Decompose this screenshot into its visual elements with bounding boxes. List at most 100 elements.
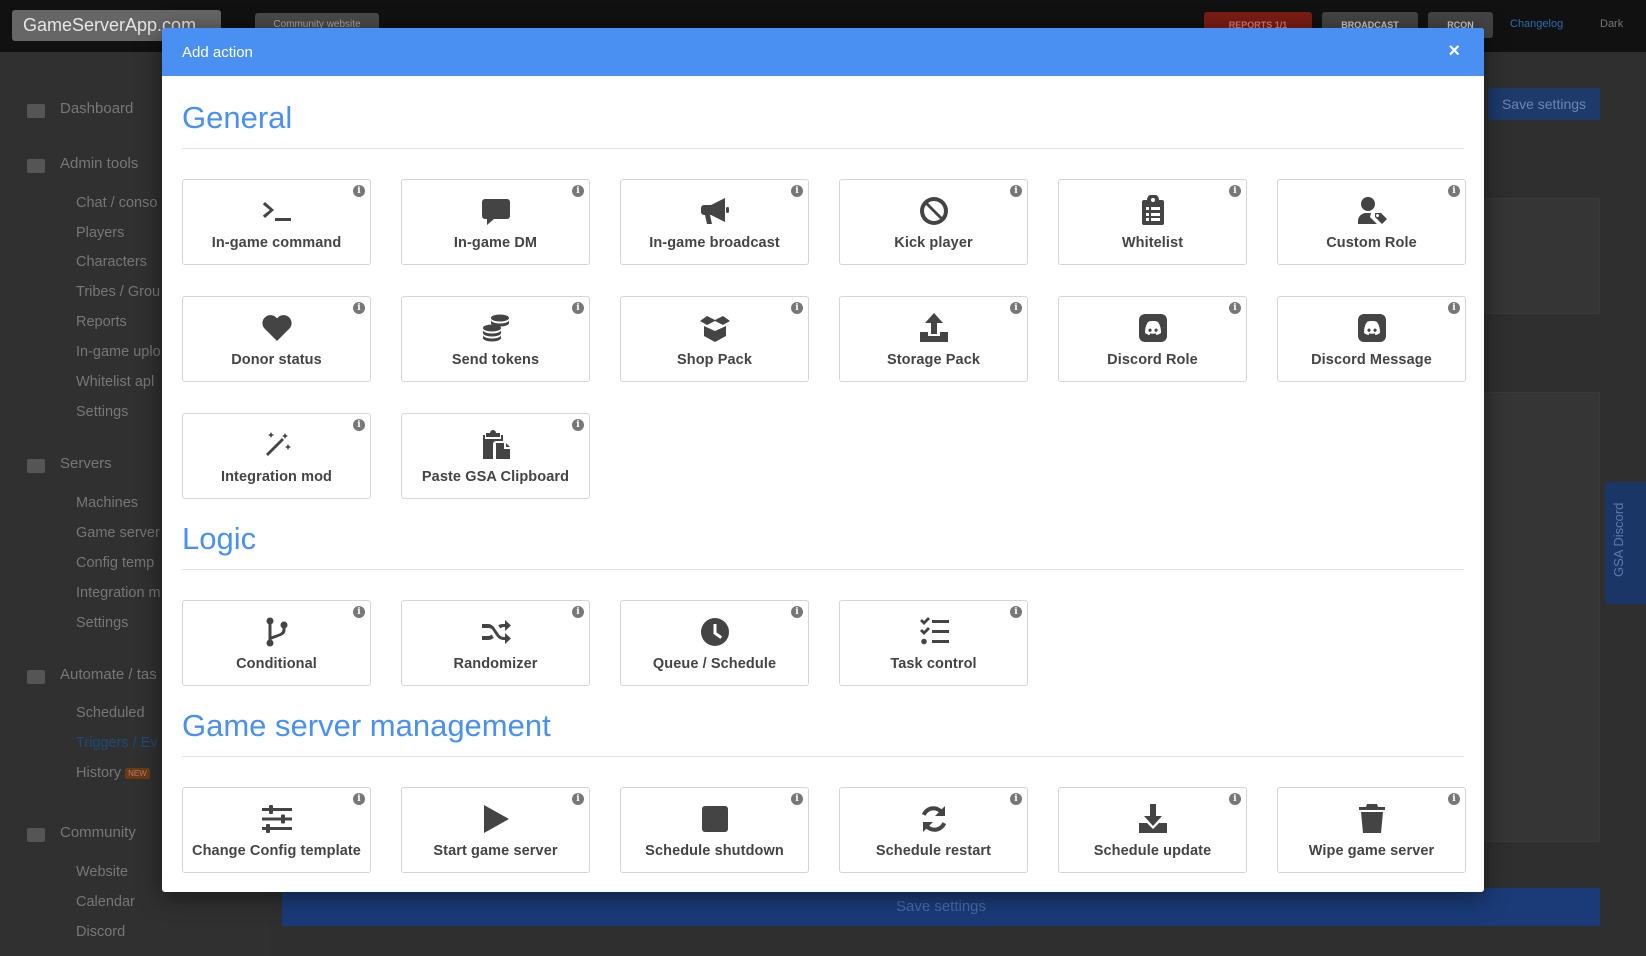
sidebar-servers[interactable]: Servers xyxy=(60,455,112,472)
action-card-kick-player[interactable]: i Kick player xyxy=(839,179,1028,265)
action-card-send-tokens[interactable]: i Send tokens xyxy=(401,296,590,382)
sync-icon xyxy=(918,802,950,836)
info-icon[interactable]: i xyxy=(1229,793,1241,805)
info-icon[interactable]: i xyxy=(353,793,365,805)
action-card-donor-status[interactable]: i Donor status xyxy=(182,296,371,382)
info-icon[interactable]: i xyxy=(791,606,803,618)
sidebar-item[interactable]: Reports xyxy=(76,314,127,330)
info-icon[interactable]: i xyxy=(1010,793,1022,805)
action-card-conditional[interactable]: i Conditional xyxy=(182,600,371,686)
discord-icon xyxy=(1137,311,1169,345)
action-card-storage-pack[interactable]: i Storage Pack xyxy=(839,296,1028,382)
info-icon[interactable]: i xyxy=(353,302,365,314)
action-card-schedule-shutdown[interactable]: i Schedule shutdown xyxy=(620,787,809,873)
action-card-custom-role[interactable]: i Custom Role xyxy=(1277,179,1466,265)
info-icon[interactable]: i xyxy=(572,606,584,618)
action-label: Schedule shutdown xyxy=(645,843,784,859)
action-card-shop-pack[interactable]: i Shop Pack xyxy=(620,296,809,382)
close-button[interactable]: × xyxy=(1448,41,1460,61)
upload-icon xyxy=(918,311,950,345)
sidebar-item[interactable]: Settings xyxy=(76,615,128,631)
action-card-in-game-broadcast[interactable]: i In-game broadcast xyxy=(620,179,809,265)
sidebar-item[interactable]: Scheduled xyxy=(76,705,145,721)
action-label: Task control xyxy=(890,656,977,672)
sidebar-community[interactable]: Community xyxy=(60,824,136,841)
comment-icon xyxy=(480,194,512,228)
action-label: Start game server xyxy=(433,843,558,859)
action-card-whitelist[interactable]: i Whitelist xyxy=(1058,179,1247,265)
gsa-discord-tab[interactable]: GSA Discord xyxy=(1605,482,1646,604)
info-icon[interactable]: i xyxy=(1448,302,1460,314)
sidebar-item[interactable]: Tribes / Grou xyxy=(76,284,160,300)
section-title-logic: Logic xyxy=(182,521,1464,570)
action-card-in-game-dm[interactable]: i In-game DM xyxy=(401,179,590,265)
info-icon[interactable]: i xyxy=(791,302,803,314)
action-label: Kick player xyxy=(894,235,973,251)
heart-icon xyxy=(261,311,293,345)
info-icon[interactable]: i xyxy=(1010,606,1022,618)
action-card-start-game-server[interactable]: i Start game server xyxy=(401,787,590,873)
info-icon[interactable]: i xyxy=(1010,302,1022,314)
sidebar-item[interactable]: Chat / conso xyxy=(76,195,157,211)
info-icon[interactable]: i xyxy=(1229,302,1241,314)
sidebar-admin-tools[interactable]: Admin tools xyxy=(60,155,138,172)
action-label: Wipe game server xyxy=(1308,843,1435,859)
sidebar-item-history[interactable]: History NEW xyxy=(76,765,150,781)
sidebar-automate[interactable]: Automate / tas xyxy=(60,666,157,683)
action-label: In-game DM xyxy=(453,235,538,251)
info-icon[interactable]: i xyxy=(353,419,365,431)
action-card-task-control[interactable]: i Task control xyxy=(839,600,1028,686)
action-label: Discord Role xyxy=(1107,352,1198,368)
info-icon[interactable]: i xyxy=(791,185,803,197)
info-icon[interactable]: i xyxy=(1010,185,1022,197)
sidebar-dashboard[interactable]: Dashboard xyxy=(60,100,133,117)
sidebar-item[interactable]: Whitelist apl xyxy=(76,374,154,390)
action-card-randomizer[interactable]: i Randomizer xyxy=(401,600,590,686)
info-icon[interactable]: i xyxy=(572,793,584,805)
sidebar-item[interactable]: In-game uplo xyxy=(76,344,161,360)
info-icon[interactable]: i xyxy=(572,419,584,431)
section-title-game-server-management: Game server management xyxy=(182,708,1464,757)
action-card-wipe-game-server[interactable]: i Wipe game server xyxy=(1277,787,1466,873)
action-card-schedule-update[interactable]: i Schedule update xyxy=(1058,787,1247,873)
info-icon[interactable]: i xyxy=(353,185,365,197)
changelog-link[interactable]: Changelog xyxy=(1510,18,1563,30)
action-label: Queue / Schedule xyxy=(652,656,777,672)
server-icon xyxy=(27,459,45,473)
action-card-schedule-restart[interactable]: i Schedule restart xyxy=(839,787,1028,873)
sidebar-item[interactable]: Integration m xyxy=(76,585,161,601)
info-icon[interactable]: i xyxy=(1448,793,1460,805)
info-icon[interactable]: i xyxy=(791,793,803,805)
info-icon[interactable]: i xyxy=(572,185,584,197)
dark-mode-toggle[interactable]: Dark xyxy=(1600,18,1623,30)
trash-icon xyxy=(1356,802,1388,836)
action-card-integration-mod[interactable]: i Integration mod xyxy=(182,413,371,499)
calendar-icon xyxy=(27,828,45,842)
action-card-change-config-template[interactable]: i Change Config template xyxy=(182,787,371,873)
action-card-in-game-command[interactable]: i In-game command xyxy=(182,179,371,265)
info-icon[interactable]: i xyxy=(1229,185,1241,197)
sidebar-item-active[interactable]: Triggers / Ev xyxy=(76,735,158,751)
sidebar-item[interactable]: Players xyxy=(76,225,124,241)
sidebar-item[interactable]: Discord xyxy=(76,924,125,940)
action-card-discord-role[interactable]: i Discord Role xyxy=(1058,296,1247,382)
info-icon[interactable]: i xyxy=(1448,185,1460,197)
action-card-queue-schedule[interactable]: i Queue / Schedule xyxy=(620,600,809,686)
sidebar-item[interactable]: Settings xyxy=(76,404,128,420)
action-card-paste-gsa-clipboard[interactable]: i Paste GSA Clipboard xyxy=(401,413,590,499)
sidebar-item[interactable]: Machines xyxy=(76,495,138,511)
info-icon[interactable]: i xyxy=(353,606,365,618)
sidebar-item[interactable]: Calendar xyxy=(76,894,135,910)
terminal-icon xyxy=(27,670,45,684)
sidebar-item[interactable]: Config temp xyxy=(76,555,154,571)
info-icon[interactable]: i xyxy=(572,302,584,314)
coins-icon xyxy=(480,311,512,345)
save-settings-button-bottom[interactable]: Save settings xyxy=(282,888,1600,926)
sidebar-item[interactable]: Game server xyxy=(76,525,160,541)
user-tag-icon xyxy=(1356,194,1388,228)
sidebar-item[interactable]: Characters xyxy=(76,254,147,270)
action-label: Storage Pack xyxy=(886,352,981,368)
sidebar-item[interactable]: Website xyxy=(76,864,128,880)
save-settings-button-top[interactable]: Save settings xyxy=(1488,88,1600,120)
action-card-discord-message[interactable]: i Discord Message xyxy=(1277,296,1466,382)
